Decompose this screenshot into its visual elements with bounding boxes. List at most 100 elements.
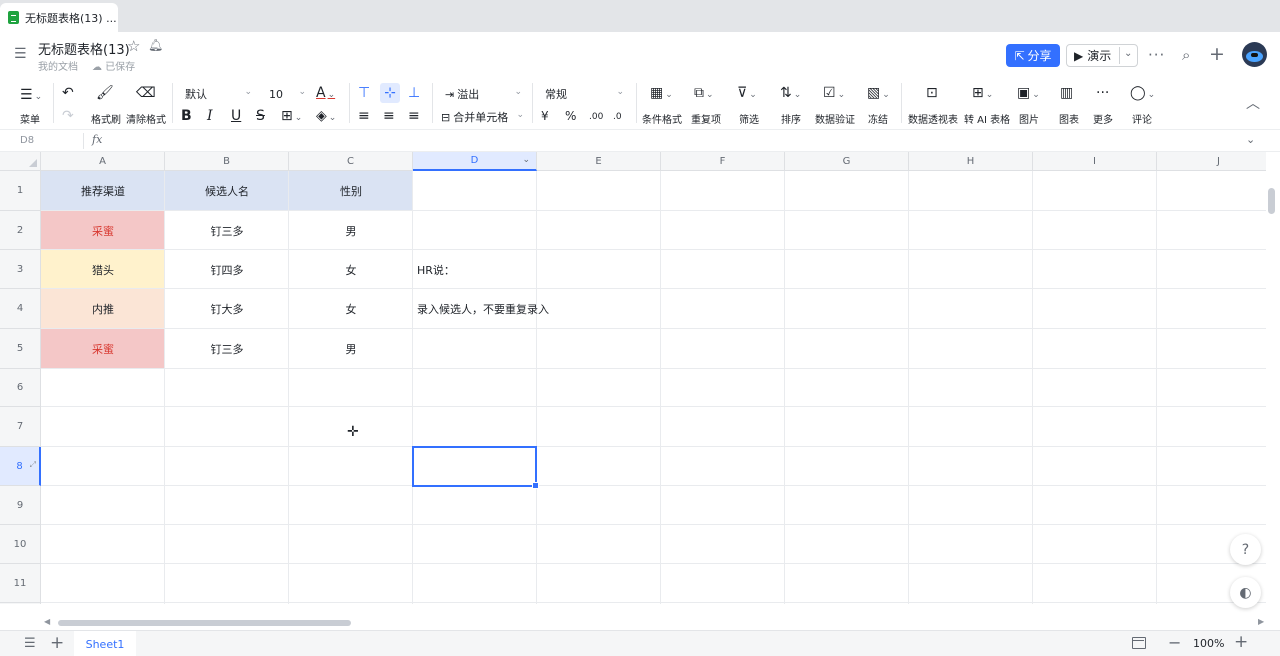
col-header-j[interactable]: J (1157, 152, 1266, 171)
sort-label[interactable]: 排序 (781, 111, 801, 126)
col-header-c[interactable]: C (289, 152, 413, 171)
align-top-icon[interactable]: ⊤ (358, 85, 370, 101)
font-size-select[interactable]: 10 ⌄ (264, 84, 310, 104)
freeze-icon[interactable]: ▧ ⌄ (867, 85, 890, 103)
eraser-icon[interactable]: ⌫ (136, 85, 156, 101)
row-header-2[interactable]: 2 (0, 211, 41, 250)
format-painter-icon[interactable]: 🖌︎ (96, 85, 114, 101)
row-header-3[interactable]: 3 (0, 250, 41, 289)
fill-color-icon[interactable]: ◈ ⌄ (316, 108, 336, 126)
chart-label[interactable]: 图表 (1059, 111, 1079, 126)
undo-icon[interactable]: ↶ (62, 85, 74, 101)
col-header-e[interactable]: E (537, 152, 661, 171)
clear-format-label[interactable]: 清除格式 (126, 111, 166, 126)
scroll-right-icon[interactable]: ▶ (1258, 617, 1264, 626)
format-painter-label[interactable]: 格式刷 (91, 111, 121, 126)
data-validation-label[interactable]: 数据验证 (815, 111, 855, 126)
help-icon[interactable]: ? (1230, 534, 1261, 565)
more-options-icon[interactable]: ··· (1148, 46, 1165, 64)
cell-d4[interactable]: 录入候选人，不要重复录入 (413, 289, 613, 329)
cell-d3[interactable]: HR说： (413, 250, 537, 289)
horizontal-scroll-thumb[interactable] (58, 620, 351, 626)
comment-label[interactable]: 评论 (1132, 111, 1152, 126)
horizontal-scrollbar[interactable] (41, 618, 1266, 630)
align-center-icon[interactable]: ≡ (383, 108, 395, 124)
column-menu-chevron-icon[interactable]: ⌄ (522, 155, 530, 165)
currency-icon[interactable]: ¥ (541, 108, 549, 124)
pivot-table-icon[interactable]: ⊡ (926, 85, 938, 101)
add-icon[interactable]: + (1209, 43, 1225, 65)
zoom-level[interactable]: 100% (1193, 637, 1224, 650)
search-icon[interactable]: ⌕ (1182, 46, 1190, 64)
user-avatar[interactable] (1242, 42, 1267, 67)
align-middle-icon[interactable]: ⊹ (380, 83, 400, 103)
col-header-i[interactable]: I (1033, 152, 1157, 171)
cell-b3[interactable]: 钉四多 (165, 250, 289, 289)
cell-b5[interactable]: 钉三多 (165, 329, 289, 369)
sheet-tab[interactable]: Sheet1 (74, 631, 136, 656)
cell-c5[interactable]: 男 (289, 329, 413, 369)
share-button[interactable]: ⇱ 分享 (1006, 44, 1060, 67)
active-cell-selection[interactable] (412, 446, 539, 489)
row-header-11[interactable]: 11 (0, 564, 41, 603)
conditional-format-label[interactable]: 条件格式 (642, 111, 682, 126)
image-icon[interactable]: ▣ ⌄ (1017, 85, 1040, 103)
cell-c3[interactable]: 女 (289, 250, 413, 289)
col-header-d[interactable]: D ⌄ (413, 152, 537, 171)
percent-icon[interactable]: % (565, 108, 576, 124)
col-header-f[interactable]: F (661, 152, 785, 171)
freeze-label[interactable]: 冻结 (868, 111, 888, 126)
sheet-list-icon[interactable]: ☰ (24, 636, 36, 651)
cell-a1[interactable]: 推荐渠道 (41, 171, 165, 211)
row-header-10[interactable]: 10 (0, 525, 41, 564)
underline-icon[interactable]: U (231, 108, 241, 124)
cell-a3[interactable]: 猎头 (41, 250, 165, 289)
vertical-scroll-thumb[interactable] (1268, 188, 1275, 214)
star-icon[interactable]: ☆ (127, 37, 140, 55)
vertical-scrollbar[interactable] (1266, 171, 1280, 604)
menu-icon[interactable]: ☰ ⌄ (20, 87, 42, 105)
number-format-select[interactable]: 常规 ⌄ (540, 84, 628, 104)
decrease-decimal-icon[interactable]: .00 (589, 109, 603, 125)
row-header-9[interactable]: 9 (0, 486, 41, 525)
present-button[interactable]: ▶ 演示 ⌄ (1066, 44, 1138, 67)
row-header-1[interactable]: 1 (0, 171, 41, 211)
collapse-toolbar-icon[interactable]: ︿ (1246, 96, 1260, 112)
cell-b1[interactable]: 候选人名 (165, 171, 289, 211)
cell-c1[interactable]: 性别 (289, 171, 413, 211)
italic-icon[interactable]: I (207, 108, 213, 124)
more-label[interactable]: 更多 (1093, 111, 1113, 126)
zoom-in-icon[interactable]: + (1234, 632, 1248, 652)
bold-icon[interactable]: B (181, 108, 192, 124)
col-header-h[interactable]: H (909, 152, 1033, 171)
conditional-format-icon[interactable]: ▦ ⌄ (650, 85, 673, 103)
outline-menu-icon[interactable]: ☰ (14, 46, 27, 62)
duplicates-icon[interactable]: ⧉ ⌄ (694, 85, 714, 103)
strikethrough-icon[interactable]: S (256, 108, 265, 124)
chart-icon[interactable]: ▥ (1060, 85, 1073, 101)
chevron-down-icon[interactable]: ⌄ (1124, 48, 1132, 59)
zoom-out-icon[interactable]: − (1168, 633, 1181, 652)
col-header-g[interactable]: G (785, 152, 909, 171)
pivot-table-label[interactable]: 数据透视表 (908, 111, 958, 126)
align-right-icon[interactable]: ≡ (408, 108, 420, 124)
row-header-4[interactable]: 4 (0, 289, 41, 329)
border-icon[interactable]: ⊞ ⌄ (281, 108, 302, 126)
row-header-6[interactable]: 6 (0, 369, 41, 407)
cell-c4[interactable]: 女 (289, 289, 413, 329)
redo-icon[interactable]: ↷ (62, 108, 74, 124)
row-header-5[interactable]: 5 (0, 329, 41, 369)
align-left-icon[interactable]: ≡ (358, 108, 370, 124)
sheet-grid[interactable]: A B C D ⌄ E F G H I J 1 2 3 4 5 6 7 8 ⤢ 9 … (0, 152, 1266, 604)
doc-title[interactable]: 无标题表格(13) (38, 39, 130, 58)
increase-decimal-icon[interactable]: .0 (613, 109, 622, 125)
align-bottom-icon[interactable]: ⊥ (408, 85, 420, 101)
browser-tab[interactable]: 无标题表格(13) ... (0, 3, 118, 32)
scroll-left-icon[interactable]: ◀ (44, 617, 50, 626)
col-header-a[interactable]: A (41, 152, 165, 171)
merge-cells-button[interactable]: ⊟ 合并单元格 ⌄ (436, 107, 528, 127)
expand-formula-icon[interactable]: ⌄ (1246, 133, 1255, 146)
comment-icon[interactable]: ◯ ⌄ (1130, 85, 1155, 103)
cell-b4[interactable]: 钉大多 (165, 289, 289, 329)
cell-a5[interactable]: 采蜜 (41, 329, 165, 369)
